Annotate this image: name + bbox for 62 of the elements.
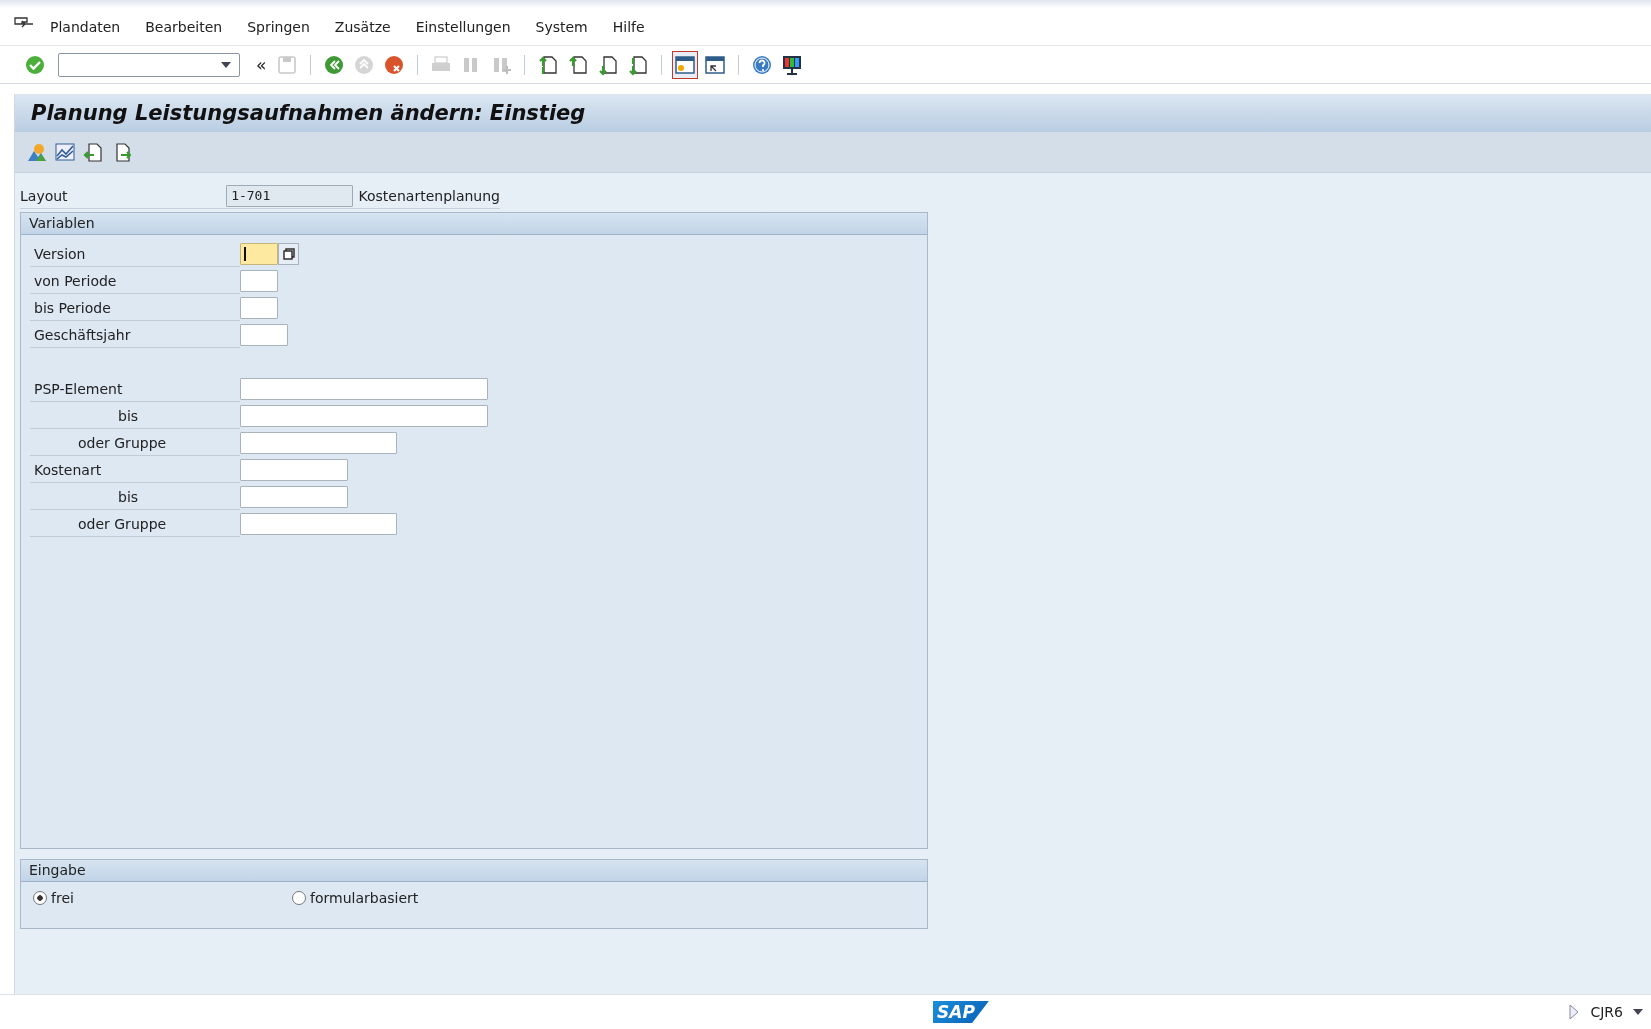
field-label: Geschäftsjahr: [30, 321, 240, 348]
input-field[interactable]: [240, 431, 397, 454]
field-label: PSP-Element: [30, 375, 240, 402]
menu-item[interactable]: Einstellungen: [415, 18, 511, 35]
caret-icon[interactable]: [221, 61, 231, 68]
input-field[interactable]: [240, 377, 488, 400]
radio-button[interactable]: [292, 891, 306, 905]
command-field[interactable]: [58, 52, 240, 77]
field-label: Version: [30, 240, 240, 267]
input-field[interactable]: [240, 269, 278, 292]
field-label: oder Gruppe: [30, 510, 240, 537]
input-field[interactable]: [240, 323, 288, 346]
radio-button[interactable]: [33, 891, 47, 905]
toolbar-button[interactable]: [53, 140, 77, 164]
field-label: bis: [30, 483, 240, 510]
collapse-button[interactable]: «: [256, 54, 267, 75]
caret-icon[interactable]: [1633, 1009, 1643, 1015]
expand-icon[interactable]: [1568, 1004, 1581, 1020]
menu-item[interactable]: Bearbeiten: [145, 18, 223, 35]
layout-description: Kostenartenplanung: [358, 187, 500, 204]
radio-option[interactable]: formularbasiert: [292, 890, 551, 906]
help-icon: [751, 53, 774, 76]
field-label: oder Gruppe: [30, 429, 240, 456]
group-title: Variablen: [21, 213, 927, 235]
prev-page-icon: [567, 53, 590, 76]
group-title: Eingabe: [21, 860, 927, 882]
next-page-icon: [597, 53, 620, 76]
transaction-code[interactable]: CJR6: [1590, 1004, 1623, 1020]
import-icon: [83, 142, 103, 162]
layout-field[interactable]: 1-701: [226, 184, 353, 207]
field-label: bis Periode: [30, 294, 240, 321]
field-label: von Periode: [30, 267, 240, 294]
input-field[interactable]: [240, 512, 397, 535]
menu-item[interactable]: Zusätze: [334, 18, 391, 35]
value-help-button[interactable]: [278, 242, 299, 265]
input-field[interactable]: [240, 242, 278, 265]
menu-item[interactable]: Plandaten: [50, 18, 121, 35]
first-page-icon: [537, 53, 560, 76]
sap-logo: SAP: [933, 1001, 989, 1023]
field-label: Layout: [20, 187, 69, 204]
menu-item[interactable]: Hilfe: [612, 18, 645, 35]
back-icon: [323, 53, 346, 76]
input-field[interactable]: [240, 404, 488, 427]
radio-option[interactable]: frei: [33, 890, 292, 906]
last-page-icon: [627, 53, 650, 76]
menu-item[interactable]: Springen: [247, 18, 310, 35]
input-field[interactable]: [240, 296, 278, 319]
field-label: Kostenart: [30, 456, 240, 483]
enter-icon: [24, 53, 46, 76]
menu-item[interactable]: System: [535, 18, 588, 35]
copy-icon: [282, 247, 295, 260]
new-session-icon: [674, 53, 697, 76]
save-icon: [276, 53, 299, 76]
cancel-icon: [383, 53, 406, 76]
toolbar-button[interactable]: [672, 50, 699, 79]
trend-icon: [55, 142, 75, 162]
shortcut-icon: [704, 53, 727, 76]
field-label: bis: [30, 402, 240, 429]
exit-icon: [353, 53, 376, 76]
screen-title: Planung Leistungsaufnahmen ändern: Einstieg: [31, 101, 586, 125]
input-field[interactable]: [240, 458, 348, 481]
input-field[interactable]: [240, 485, 348, 508]
